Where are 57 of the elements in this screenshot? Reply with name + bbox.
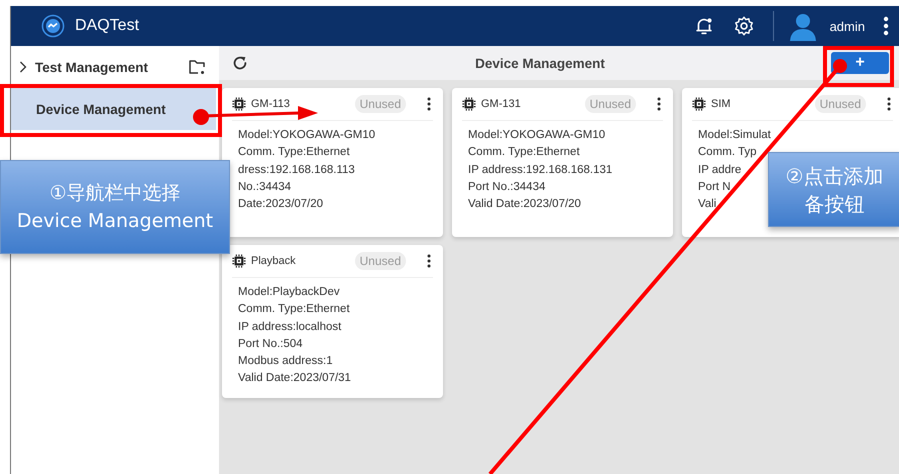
device-detail: Valid Date:2023/07/31 (238, 371, 351, 386)
add-folder-icon[interactable] (188, 59, 206, 75)
logo-icon (41, 14, 65, 38)
status-badge: Unused (584, 95, 636, 113)
device-detail: IP addre (698, 162, 742, 178)
chip-icon (232, 254, 246, 268)
more-menu-icon[interactable] (883, 16, 889, 36)
device-detail: Model:PlaybackDev (238, 285, 340, 300)
callout-text: ②点击添加 (786, 162, 884, 190)
user-avatar-icon[interactable] (788, 11, 818, 41)
device-detail: Port No.:504 (238, 336, 303, 352)
device-detail: Model:YOKOGAWA-GM10 (468, 128, 606, 143)
device-name: GM-113 (251, 98, 291, 110)
chip-icon (232, 97, 246, 111)
status-badge: Unused (814, 95, 866, 113)
device-detail: Modbus address:1 (238, 354, 333, 370)
status-badge: Unused (354, 252, 406, 270)
device-detail: Valid Date:2023/07/20 (468, 197, 581, 212)
callout-text: ①导航栏中选择 (49, 181, 181, 206)
device-detail: Vali (698, 197, 716, 212)
refresh-icon[interactable] (231, 54, 249, 72)
device-detail: dress:192.168.168.113 (238, 162, 355, 178)
user-name: admin (830, 18, 865, 34)
nav-item[interactable]: Device Management (11, 88, 216, 130)
device-detail: IP address:localhost (238, 320, 342, 335)
device-detail: IP address:192.168.168.131 (468, 162, 612, 178)
more-options-icon[interactable] (887, 97, 891, 111)
device-name: SIM (711, 98, 732, 110)
nav-group-item[interactable]: Test Management (11, 50, 216, 84)
device-detail: Comm. Type:Ethernet (238, 145, 350, 160)
device-name: GM-131 (481, 98, 522, 110)
device-name: Playback (251, 255, 297, 267)
callout-text: 备按钮 (804, 190, 864, 218)
more-options-icon[interactable] (657, 97, 661, 111)
device-card[interactable]: Playback Unused Model:PlaybackDev Comm. Type:Ethernet IP address:localhost Port No.:504 Modbus address:1 Valid Date:2023/07/31 (222, 245, 443, 398)
device-detail: Comm. Typ (698, 145, 757, 160)
chevron-right-icon (19, 61, 27, 73)
app-title: DAQTest (75, 17, 140, 35)
device-detail: Port No.:34434 (468, 180, 546, 195)
page-title: Device Management (474, 56, 606, 70)
chip-icon (692, 97, 706, 111)
chip-icon (462, 97, 476, 111)
device-detail: Date:2023/07/20 (238, 197, 324, 212)
device-detail: Model:Simulat (698, 128, 771, 143)
callout-text: Device Management (16, 209, 214, 234)
more-options-icon[interactable] (427, 254, 431, 268)
device-detail: Model:YOKOGAWA-GM10 (238, 128, 376, 143)
device-card[interactable]: GM-131 Unused Model:YOKOGAWA-GM10 Comm. Type:Ethernet IP address:192.168.168.131 Port No.:34434 Valid Date:2023/07/20 (452, 88, 673, 237)
settings-icon[interactable] (732, 15, 755, 37)
more-options-icon[interactable] (427, 97, 431, 111)
device-card[interactable]: GM-113 Unused Model:YOKOGAWA-GM10 Comm. Type:Ethernet dress:192.168.168.113 No.:34434 Date:2023/07/20 (222, 88, 443, 237)
device-detail: Comm. Type:Ethernet (468, 145, 580, 160)
status-badge: Unused (354, 95, 406, 113)
device-detail: Port N (698, 180, 731, 195)
highlight-frame (823, 46, 894, 87)
device-detail: No.:34434 (238, 180, 292, 195)
device-detail: Comm. Type:Ethernet (238, 302, 350, 318)
